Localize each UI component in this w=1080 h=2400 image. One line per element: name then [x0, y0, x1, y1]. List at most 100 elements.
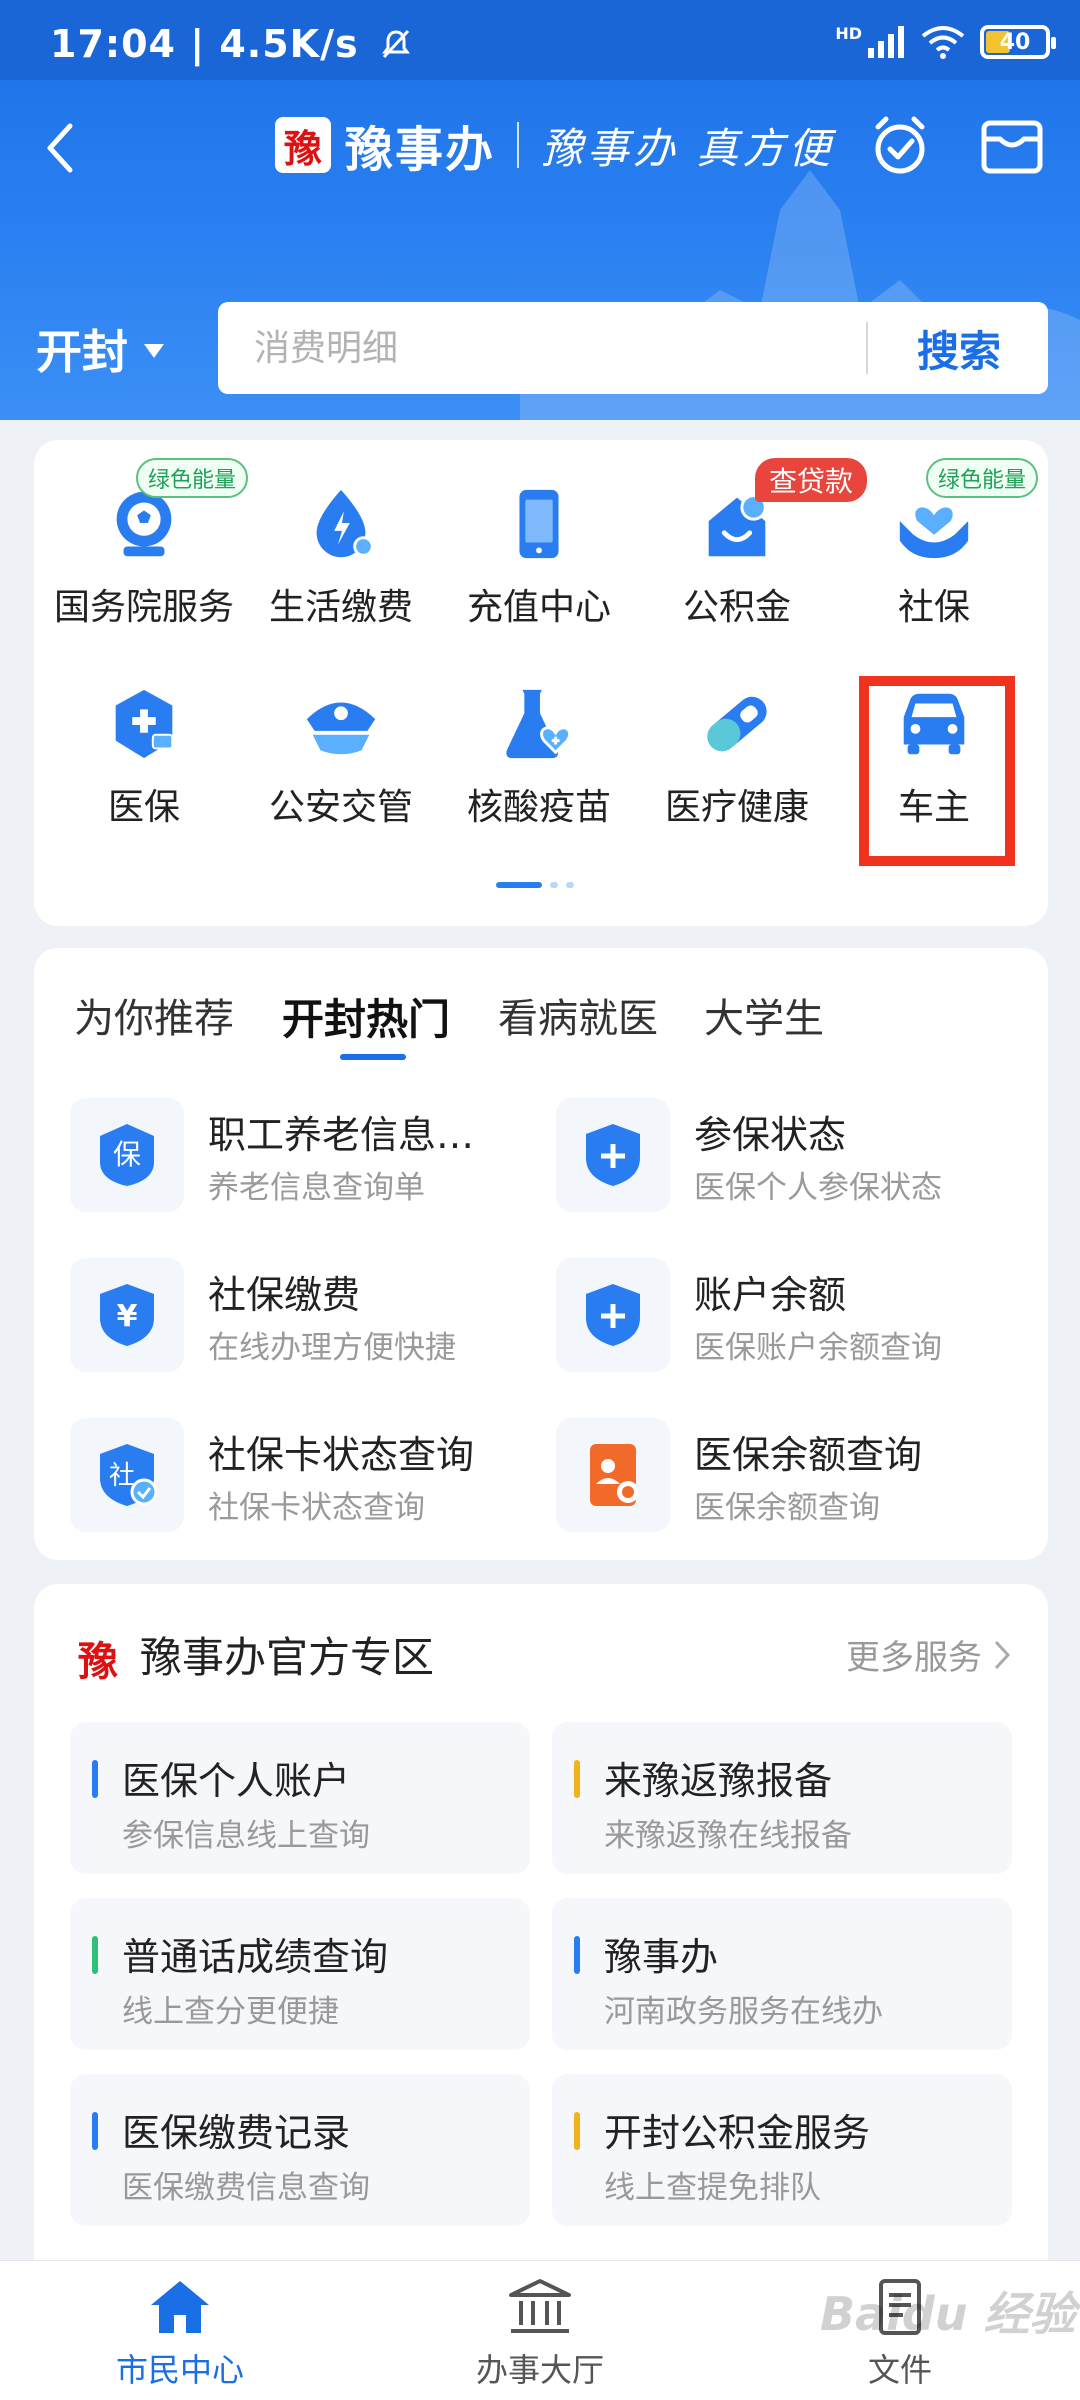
service-housing-fund[interactable]: 查贷款 公积金	[637, 458, 868, 630]
hall-icon	[509, 2279, 571, 2333]
service-title: 社保卡状态查询	[208, 1433, 475, 1477]
service-medical-health[interactable]: 医疗健康	[637, 680, 837, 830]
service-title: 职工养老信息…	[208, 1113, 475, 1157]
service-icon: ¥	[70, 1258, 184, 1372]
official-zone-card: 豫 豫事办官方专区 更多服务 医保个人账户 参保信息线上查询 来豫返豫报备 来豫…	[34, 1584, 1048, 2284]
official-item-housing-fund[interactable]: 开封公积金服务 线上查提免排队	[552, 2074, 1012, 2226]
service-title: 账户余额	[694, 1273, 847, 1317]
service-state-council[interactable]: 绿色能量 国务院服务	[44, 458, 249, 630]
shield-yuan-icon: ¥	[100, 1284, 154, 1346]
official-item-subtitle: 医保缴费信息查询	[122, 2170, 370, 2206]
official-title: 豫事办官方专区	[140, 1633, 435, 1682]
nav-label: 办事大厅	[475, 2351, 604, 2389]
search-input[interactable]	[254, 324, 854, 372]
service-icon	[556, 1418, 670, 1532]
nav-service-hall[interactable]: 办事大厅	[430, 2277, 650, 2397]
id-card-icon	[590, 1444, 639, 1506]
brand-name: 豫事办	[345, 122, 496, 178]
network-speed: 4.5K/s	[219, 22, 359, 66]
official-item-title: 普通话成绩查询	[122, 1935, 389, 1979]
service-card-status[interactable]: 社 社保卡状态查询 社保卡状态查询	[70, 1418, 540, 1532]
brand-divider	[517, 122, 520, 168]
page-dot	[566, 882, 574, 888]
service-subtitle: 养老信息查询单	[208, 1170, 425, 1206]
wallet-icon[interactable]	[980, 117, 1044, 177]
accent-bar	[92, 1760, 98, 1798]
service-icon: 社	[70, 1418, 184, 1532]
chevron-right-icon	[994, 1640, 1011, 1669]
pension-icon: 保	[100, 1124, 154, 1186]
more-services-link[interactable]: 更多服务	[846, 1630, 1012, 1679]
service-title: 参保状态	[694, 1113, 847, 1157]
official-item-travel-report[interactable]: 来豫返豫报备 来豫返豫在线报备	[552, 1722, 1012, 1874]
service-title: 医保余额查询	[694, 1433, 923, 1477]
service-label: 充值中心	[466, 587, 611, 628]
service-icon	[556, 1098, 670, 1212]
official-item-yushiban[interactable]: 豫事办 河南政务服务在线办	[552, 1898, 1012, 2050]
status-icons: HD 40	[835, 20, 1056, 64]
service-social-security[interactable]: 绿色能量 社保	[834, 458, 1039, 630]
service-traffic-police[interactable]: 公安交管	[241, 680, 441, 830]
battery-percent: 40	[999, 29, 1031, 55]
official-item-medical-account[interactable]: 医保个人账户 参保信息线上查询	[70, 1722, 530, 1874]
page-indicator	[496, 882, 574, 888]
hd-label: HD	[835, 23, 862, 43]
utility-payment-icon	[316, 489, 374, 558]
service-subtitle: 医保个人参保状态	[694, 1170, 942, 1206]
service-medical-insurance[interactable]: 医保	[44, 680, 244, 830]
alarm-clock-icon[interactable]	[868, 113, 932, 177]
phone-recharge-icon	[519, 489, 559, 559]
service-utility-payment[interactable]: 生活缴费	[241, 480, 441, 630]
service-pension-info[interactable]: 保 职工养老信息… 养老信息查询单	[70, 1098, 540, 1212]
official-item-mandarin-score[interactable]: 普通话成绩查询 线上查分更便捷	[70, 1898, 530, 2050]
tab-kaifeng-hot[interactable]: 开封热门	[282, 986, 450, 1047]
shield-plus-icon	[586, 1284, 640, 1346]
app-header: 17:04 | 4.5K/s HD 40 豫 豫事办 豫事办 真方便 开封 消费…	[0, 0, 1080, 420]
accent-bar	[574, 2112, 580, 2150]
service-account-balance[interactable]: 账户余额 医保账户余额查询	[556, 1258, 1026, 1372]
service-label: 公安交管	[268, 787, 413, 828]
caret-down-icon	[144, 344, 164, 358]
back-arrow-icon[interactable]	[40, 120, 80, 176]
service-label: 社保	[897, 587, 970, 628]
green-energy-tag: 绿色能量	[926, 458, 1039, 498]
green-energy-tag: 绿色能量	[136, 458, 249, 498]
service-subtitle: 医保余额查询	[694, 1490, 880, 1526]
official-item-subtitle: 线上查分更便捷	[122, 1994, 339, 2030]
pension-glyph: 保	[113, 1138, 141, 1171]
service-nucleic-vaccine[interactable]: 核酸疫苗	[439, 680, 639, 830]
service-label: 生活缴费	[268, 587, 413, 628]
brand: 豫 豫事办 豫事办 真方便	[275, 112, 834, 178]
service-social-payment[interactable]: ¥ 社保缴费 在线办理方便快捷	[70, 1258, 540, 1372]
status-separator: |	[190, 22, 220, 66]
page-dot-active	[496, 882, 542, 888]
nav-label: 文件	[867, 2351, 932, 2389]
nav-citizen-center[interactable]: 市民中心	[70, 2277, 290, 2397]
tab-recommend[interactable]: 为你推荐	[74, 986, 234, 1044]
hot-tabs: 为你推荐 开封热门 看病就医 大学生	[34, 986, 1048, 1056]
accent-bar	[574, 1936, 580, 1974]
search-bar: 搜索	[218, 302, 1048, 394]
service-title: 社保缴费	[208, 1273, 361, 1317]
services-grid-card: 绿色能量 国务院服务 生活缴费 充值中心 查贷款 公积金 绿色能量 社保 医保 …	[34, 440, 1048, 926]
service-subtitle: 社保卡状态查询	[208, 1490, 425, 1526]
city-name: 开封	[36, 325, 128, 379]
wifi-icon	[921, 26, 965, 59]
accent-bar	[92, 1936, 98, 1974]
flask-vaccine-icon	[506, 689, 572, 759]
service-insurance-balance[interactable]: 医保余额查询 医保余额查询	[556, 1418, 1026, 1532]
tab-university[interactable]: 大学生	[704, 986, 824, 1044]
city-selector[interactable]: 开封	[36, 316, 164, 382]
official-item-title: 医保个人账户	[122, 1759, 351, 1803]
service-recharge-center[interactable]: 充值中心	[439, 480, 639, 630]
service-enrollment-status[interactable]: 参保状态 医保个人参保状态	[556, 1098, 1026, 1212]
search-button[interactable]: 搜索	[884, 318, 1034, 378]
police-cap-icon	[306, 702, 376, 755]
official-item-payment-record[interactable]: 医保缴费记录 医保缴费信息查询	[70, 2074, 530, 2226]
official-item-subtitle: 线上查提免排队	[604, 2170, 821, 2206]
official-item-title: 豫事办	[604, 1935, 719, 1979]
car-owner-highlight-box	[859, 676, 1015, 866]
tab-medical[interactable]: 看病就医	[498, 986, 658, 1044]
service-label: 核酸疫苗	[466, 787, 611, 828]
hot-services-card: 为你推荐 开封热门 看病就医 大学生 保 职工养老信息… 养老信息查询单 参保状…	[34, 948, 1048, 1560]
